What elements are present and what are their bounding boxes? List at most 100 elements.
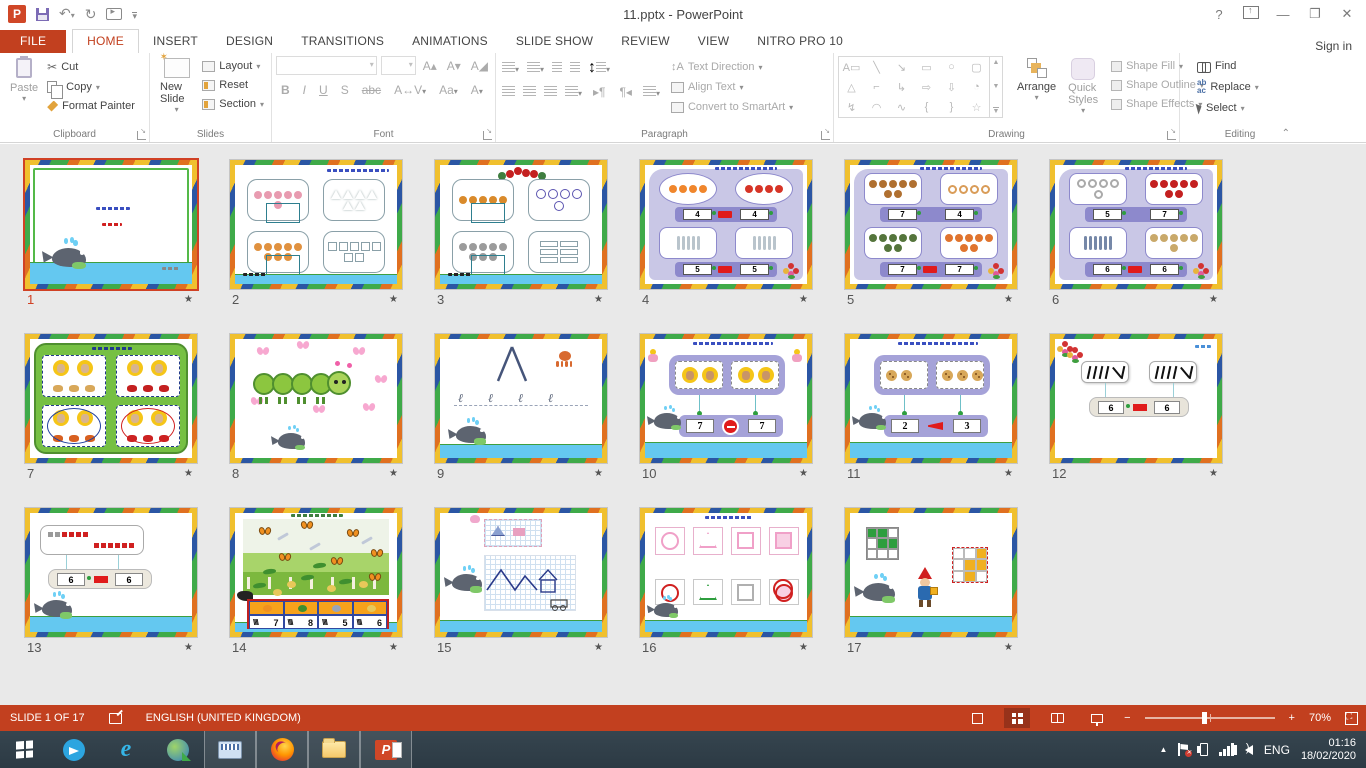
ribbon-display-icon[interactable] bbox=[1238, 6, 1264, 22]
telegram-icon[interactable] bbox=[48, 731, 100, 768]
slide-thumbnail-4[interactable]: 4455 bbox=[640, 160, 812, 289]
justify-button[interactable]: ▾ bbox=[565, 83, 582, 101]
input-language[interactable]: ENG bbox=[1264, 743, 1290, 757]
file-explorer-icon[interactable] bbox=[308, 731, 360, 768]
firefox-icon[interactable] bbox=[256, 731, 308, 768]
paste-button[interactable]: Paste▾ bbox=[4, 56, 44, 126]
reset-button[interactable]: Reset bbox=[199, 77, 267, 93]
clipboard-dialog-launcher[interactable] bbox=[137, 131, 146, 140]
slide-thumbnail-9[interactable]: ℓℓℓℓ bbox=[435, 334, 607, 463]
slide-thumbnail-10[interactable]: 77 bbox=[640, 334, 812, 463]
zoom-out-icon[interactable]: − bbox=[1124, 712, 1130, 724]
slide-thumbnail-12[interactable]: 66 bbox=[1050, 334, 1222, 463]
powerpoint-taskbar-icon[interactable]: P bbox=[360, 731, 412, 768]
layout-button[interactable]: Layout▾ bbox=[199, 58, 267, 74]
new-slide-button[interactable]: New Slide▾ bbox=[154, 56, 199, 126]
tab-slide-show[interactable]: SLIDE SHOW bbox=[502, 30, 607, 53]
reading-view-icon[interactable] bbox=[1044, 708, 1070, 728]
action-center-icon[interactable]: ✕ bbox=[1178, 743, 1189, 756]
restore-icon[interactable]: ❐ bbox=[1302, 6, 1328, 22]
slide-thumbnail-8[interactable] bbox=[230, 334, 402, 463]
power-icon[interactable] bbox=[1200, 743, 1208, 756]
select-button[interactable]: Select▾ bbox=[1194, 100, 1296, 116]
format-painter-button[interactable]: Format Painter bbox=[44, 98, 138, 114]
collapse-ribbon-icon[interactable]: ⌃ bbox=[1282, 128, 1290, 139]
section-button[interactable]: Section▾ bbox=[199, 96, 267, 112]
tab-home[interactable]: HOME bbox=[72, 29, 139, 53]
slide-sorter-view-icon[interactable] bbox=[1004, 708, 1030, 728]
convert-smartart-button[interactable]: Convert to SmartArt▾ bbox=[668, 99, 796, 115]
slide-thumbnail-14[interactable]: \\\\7\\\\8\\\\5\\\\6 bbox=[230, 508, 402, 637]
shrink-font-icon[interactable]: A▾ bbox=[444, 59, 464, 73]
tab-file[interactable]: FILE bbox=[0, 30, 66, 53]
tab-animations[interactable]: ANIMATIONS bbox=[398, 30, 502, 53]
fit-to-window-icon[interactable] bbox=[1345, 712, 1358, 725]
decrease-indent-button[interactable] bbox=[552, 59, 562, 77]
increase-indent-button[interactable] bbox=[570, 59, 580, 77]
character-spacing-button[interactable]: A↔V▾ bbox=[391, 83, 429, 97]
slide-thumbnail-11[interactable]: 23 bbox=[845, 334, 1017, 463]
slide-thumbnail-6[interactable]: 5766 bbox=[1050, 160, 1222, 289]
onscreen-keyboard-icon[interactable] bbox=[204, 731, 256, 768]
align-center-button[interactable] bbox=[523, 83, 536, 101]
slide-thumbnail-5[interactable]: 7477 bbox=[845, 160, 1017, 289]
align-right-button[interactable] bbox=[544, 83, 557, 101]
bold-button[interactable]: B bbox=[278, 83, 293, 97]
volume-icon[interactable] bbox=[1245, 745, 1253, 755]
columns-button[interactable]: ▾ bbox=[643, 83, 660, 101]
font-size-combo[interactable] bbox=[381, 56, 416, 75]
tab-insert[interactable]: INSERT bbox=[139, 30, 212, 53]
clock[interactable]: 01:1618/02/2020 bbox=[1301, 737, 1356, 763]
minimize-icon[interactable]: — bbox=[1270, 7, 1296, 22]
text-shadow-button[interactable]: S bbox=[338, 83, 352, 97]
start-button[interactable] bbox=[0, 731, 48, 768]
zoom-slider[interactable] bbox=[1145, 717, 1275, 719]
drawing-dialog-launcher[interactable] bbox=[1167, 131, 1176, 140]
font-color-button[interactable]: A▾ bbox=[468, 83, 486, 97]
slide-thumbnail-1[interactable] bbox=[25, 160, 197, 289]
text-direction-button[interactable]: ↕AText Direction▾ bbox=[668, 59, 796, 75]
align-text-button[interactable]: Align Text▾ bbox=[668, 79, 796, 95]
strikethrough-button[interactable]: abc bbox=[359, 83, 384, 97]
tab-nitro-pro-10[interactable]: NITRO PRO 10 bbox=[743, 30, 857, 53]
cut-button[interactable]: ✂Cut bbox=[44, 58, 138, 76]
save-icon[interactable] bbox=[36, 8, 49, 21]
help-icon[interactable]: ? bbox=[1206, 7, 1232, 22]
zoom-level[interactable]: 70% bbox=[1309, 712, 1331, 724]
tray-expand-icon[interactable]: ▲ bbox=[1160, 745, 1168, 754]
change-case-button[interactable]: Aa▾ bbox=[436, 83, 461, 97]
normal-view-icon[interactable] bbox=[964, 708, 990, 728]
replace-button[interactable]: abacReplace▾ bbox=[1194, 77, 1296, 97]
paragraph-dialog-launcher[interactable] bbox=[821, 131, 830, 140]
tab-review[interactable]: REVIEW bbox=[607, 30, 684, 53]
slide-thumbnail-15[interactable] bbox=[435, 508, 607, 637]
grow-font-icon[interactable]: A▴ bbox=[420, 59, 440, 73]
slideshow-view-icon[interactable] bbox=[1084, 708, 1110, 728]
clear-formatting-icon[interactable]: A◢ bbox=[468, 59, 491, 73]
slide-thumbnail-3[interactable] bbox=[435, 160, 607, 289]
quick-styles-button[interactable]: Quick Styles▾ bbox=[1062, 56, 1104, 126]
rtl-direction-button[interactable]: ¶◂ bbox=[616, 85, 634, 99]
bullets-button[interactable]: ▾ bbox=[502, 59, 519, 77]
underline-button[interactable]: U bbox=[316, 83, 331, 97]
find-button[interactable]: Find bbox=[1194, 58, 1296, 74]
tab-design[interactable]: DESIGN bbox=[212, 30, 287, 53]
slide-thumbnail-7[interactable] bbox=[25, 334, 197, 463]
font-dialog-launcher[interactable] bbox=[483, 131, 492, 140]
close-icon[interactable]: ✕ bbox=[1334, 6, 1360, 22]
font-name-combo[interactable] bbox=[276, 56, 377, 75]
language-indicator[interactable]: ENGLISH (UNITED KINGDOM) bbox=[146, 712, 301, 724]
customize-qat-icon[interactable]: ▾ bbox=[132, 12, 137, 20]
start-slideshow-icon[interactable] bbox=[106, 8, 122, 20]
tab-view[interactable]: VIEW bbox=[684, 30, 743, 53]
align-left-button[interactable] bbox=[502, 83, 515, 101]
redo-icon[interactable]: ↻ bbox=[85, 6, 97, 22]
slide-thumbnail-17[interactable] bbox=[845, 508, 1017, 637]
slide-thumbnail-16[interactable] bbox=[640, 508, 812, 637]
idm-icon[interactable] bbox=[152, 731, 204, 768]
arrange-button[interactable]: Arrange▾ bbox=[1011, 56, 1062, 126]
shapes-gallery[interactable]: A▭╲↘▭○▢ △⌐↳⇨⇩◔ ↯◠∿{}☆ bbox=[838, 56, 990, 118]
italic-button[interactable]: I bbox=[300, 83, 309, 97]
slide-thumbnail-2[interactable] bbox=[230, 160, 402, 289]
numbering-button[interactable]: ▾ bbox=[527, 59, 544, 77]
